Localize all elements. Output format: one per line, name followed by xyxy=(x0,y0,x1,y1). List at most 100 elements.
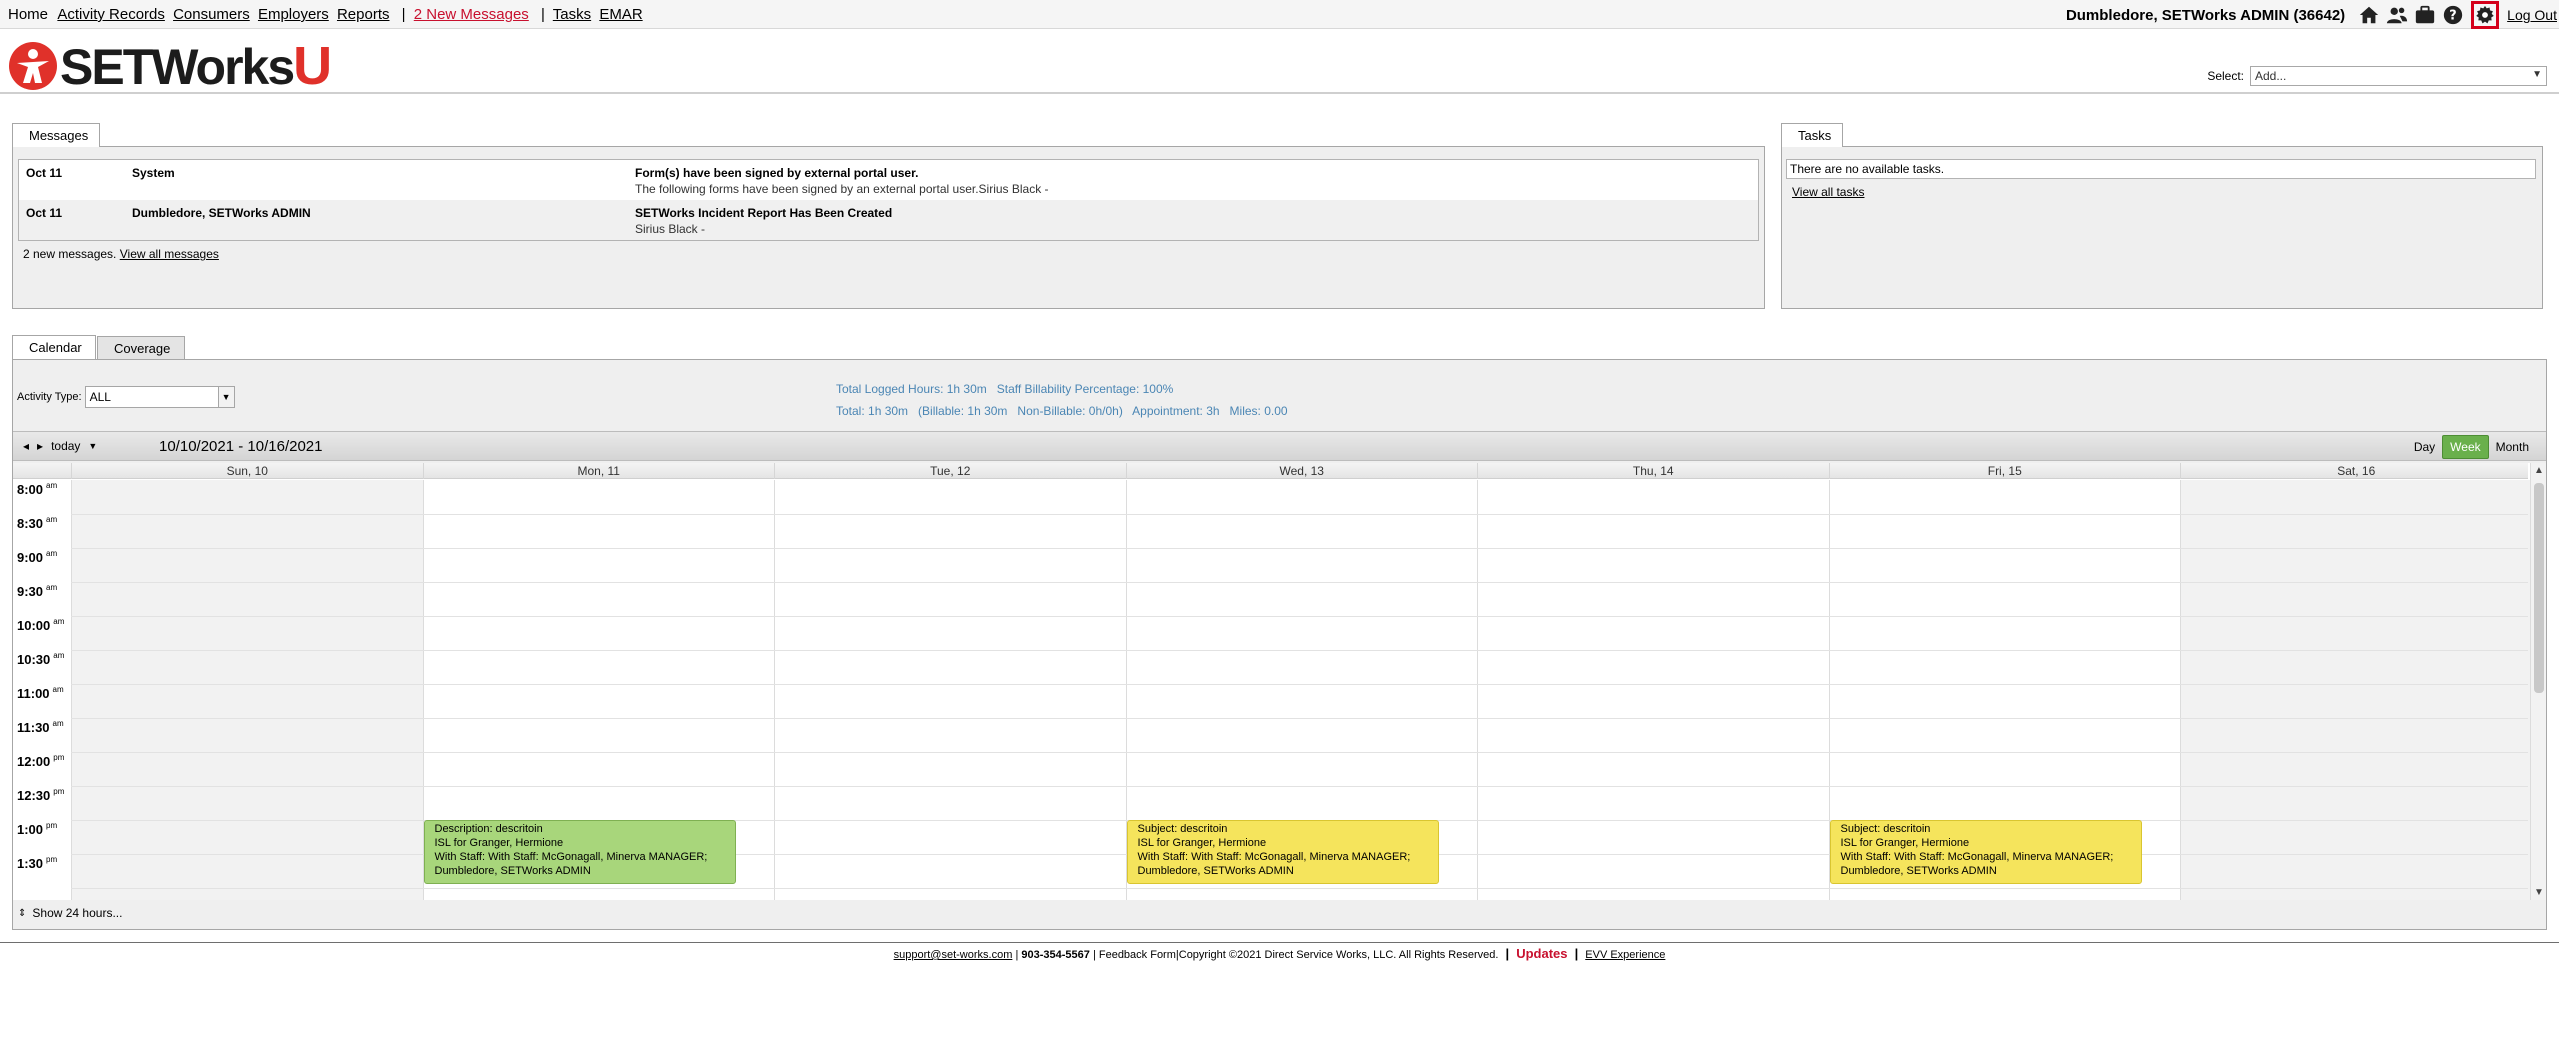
week-grid: Sun, 10 Mon, 11 Tue, 12 Wed, 13 Thu, 14 Fri, … xyxy=(13,463,2546,900)
current-user: Dumbledore, SETWorks ADMIN (36642) xyxy=(2065,6,2346,24)
hours-summary: Total Logged Hours: 1h 30m Staff Billabi… xyxy=(836,378,1288,422)
date-range: 10/10/2021 - 10/16/2021 xyxy=(159,438,323,455)
logo-text: SETWorksU xyxy=(60,36,332,96)
message-body: The following forms have been signed by … xyxy=(635,182,1049,196)
scroll-thumb[interactable] xyxy=(2534,483,2544,693)
time-slot-label: 10:00 am xyxy=(17,617,65,633)
nav-employers-link[interactable]: Employers xyxy=(258,6,329,23)
time-gridline xyxy=(71,616,2528,617)
time-gridline xyxy=(71,752,2528,753)
messages-summary: 2 new messages. View all messages xyxy=(23,247,219,261)
message-body: Sirius Black - xyxy=(635,222,706,236)
time-slot-label: 9:30 am xyxy=(17,583,58,599)
main-menu: Home Activity Records Consumers Employer… xyxy=(8,6,647,23)
nav-reports-link[interactable]: Reports xyxy=(337,6,390,23)
home-icon[interactable] xyxy=(2358,4,2380,26)
time-gridline xyxy=(71,888,2528,889)
support-phone: 903-354-5567 xyxy=(1021,949,1090,961)
total-hours-stats: Total: 1h 30m (Billable: 1h 30m Non-Bill… xyxy=(836,404,1288,418)
day-header-row: Sun, 10 Mon, 11 Tue, 12 Wed, 13 Thu, 14 Fri, … xyxy=(13,463,2528,479)
footer-separator: | xyxy=(1505,946,1510,961)
updates-link[interactable]: Updates xyxy=(1516,946,1567,961)
date-picker-chevron-icon[interactable]: ▼ xyxy=(88,441,97,451)
scroll-up-icon[interactable]: ▲ xyxy=(2531,465,2546,476)
select-label: Select: xyxy=(2207,69,2244,83)
briefcase-icon[interactable] xyxy=(2414,4,2436,26)
event-line: Subject: descritoin xyxy=(1137,823,1228,835)
header-divider xyxy=(0,92,2559,94)
day-header: Sun, 10 xyxy=(71,463,423,479)
scroll-down-icon[interactable]: ▼ xyxy=(2531,887,2546,898)
today-button[interactable]: today xyxy=(51,439,80,453)
tasks-panel: There are no available tasks. View all t… xyxy=(1781,146,2543,309)
quick-add-select: Select: Add... ▼ xyxy=(2207,66,2547,86)
evv-experience-link[interactable]: EVV Experience xyxy=(1585,949,1665,961)
nav-consumers-link[interactable]: Consumers xyxy=(173,6,250,23)
prev-week-icon[interactable]: ◂ xyxy=(23,439,29,453)
event-line: Dumbledore, SETWorks ADMIN xyxy=(1137,865,1294,877)
day-column[interactable] xyxy=(71,480,423,900)
tab-messages[interactable]: Messages xyxy=(12,123,100,147)
copyright-text: Feedback Form|Copyright ©2021 Direct Ser… xyxy=(1098,949,1499,961)
day-header: Wed, 13 xyxy=(1125,463,1478,479)
view-all-tasks-link[interactable]: View all tasks xyxy=(1792,185,1864,199)
time-gridline xyxy=(71,786,2528,787)
time-slot-label: 1:30 pm xyxy=(17,855,58,871)
calendar-toolbar: ◂ ▸ today ▼ 10/10/2021 - 10/16/2021 Day … xyxy=(13,431,2546,461)
time-slot-label: 10:30 am xyxy=(17,651,65,667)
tab-tasks[interactable]: Tasks xyxy=(1781,123,1843,147)
view-all-messages-link[interactable]: View all messages xyxy=(120,247,219,261)
next-week-icon[interactable]: ▸ xyxy=(37,439,43,453)
expand-icon: ⇕ xyxy=(18,907,27,919)
users-icon[interactable] xyxy=(2386,4,2408,26)
nav-home-link[interactable]: Home xyxy=(8,6,48,23)
event-line: Dumbledore, SETWorks ADMIN xyxy=(434,865,591,877)
page-footer: support@set-works.com | 903-354-5567 | F… xyxy=(0,946,2559,961)
message-subject: Form(s) have been signed by external por… xyxy=(635,166,919,180)
time-gridline xyxy=(71,548,2528,549)
nav-tasks-link[interactable]: Tasks xyxy=(553,6,591,23)
message-row[interactable]: Oct 11 System Form(s) have been signed b… xyxy=(19,160,1758,200)
show-24-hours-toggle[interactable]: ⇕ Show 24 hours... xyxy=(18,906,122,920)
setworks-logo[interactable]: SETWorksU xyxy=(8,36,332,96)
calendar-event[interactable]: Description: descritoin ISL for Granger, … xyxy=(423,820,736,884)
week-view-button[interactable]: Week xyxy=(2442,435,2489,459)
new-messages-count: 2 new messages. xyxy=(23,247,117,261)
calendar-event[interactable]: Subject: descritoin ISL for Granger, Herm… xyxy=(1829,820,2142,884)
nav-activity-records-link[interactable]: Activity Records xyxy=(57,6,165,23)
month-view-button[interactable]: Month xyxy=(2489,436,2536,458)
tab-calendar[interactable]: Calendar xyxy=(12,335,96,359)
time-slot-label: 8:00 am xyxy=(17,481,58,497)
footer-divider xyxy=(0,942,2559,943)
nav-emar-link[interactable]: EMAR xyxy=(599,6,642,23)
day-column[interactable] xyxy=(2180,480,2532,900)
event-line: ISL for Granger, Hermione xyxy=(434,837,564,849)
user-area: Dumbledore, SETWorks ADMIN (36642) ? Log… xyxy=(2065,1,2559,29)
support-email-link[interactable]: support@set-works.com xyxy=(894,949,1013,961)
tab-coverage[interactable]: Coverage xyxy=(97,336,185,359)
help-icon[interactable]: ? xyxy=(2442,4,2464,26)
day-header: Thu, 14 xyxy=(1477,463,1829,479)
message-sender: System xyxy=(132,166,175,180)
time-slot-label: 11:30 am xyxy=(17,719,64,735)
event-line: With Staff: With Staff: McGonagall, Mine… xyxy=(1137,851,1411,863)
message-date: Oct 11 xyxy=(26,206,63,220)
day-column[interactable] xyxy=(1477,480,1829,900)
calendar-event[interactable]: Subject: descritoin ISL for Granger, Herm… xyxy=(1126,820,1439,884)
nav-new-messages-link[interactable]: 2 New Messages xyxy=(414,6,529,23)
top-nav-bar: Home Activity Records Consumers Employer… xyxy=(0,0,2559,29)
logout-link[interactable]: Log Out xyxy=(2507,7,2557,23)
calendar-navigation: ◂ ▸ today ▼ xyxy=(23,439,105,453)
tasks-empty-message: There are no available tasks. xyxy=(1786,159,2536,179)
svg-text:?: ? xyxy=(2449,9,2456,24)
activity-type-select[interactable]: ALL ▼ xyxy=(84,386,235,408)
day-view-button[interactable]: Day xyxy=(2407,436,2442,458)
message-row[interactable]: Oct 11 Dumbledore, SETWorks ADMIN SETWor… xyxy=(19,200,1758,240)
day-header: Sat, 16 xyxy=(2180,463,2532,479)
chevron-down-icon[interactable]: ▼ xyxy=(217,387,234,407)
settings-button[interactable] xyxy=(2471,1,2500,29)
day-column[interactable] xyxy=(774,480,1126,900)
time-gridline xyxy=(71,718,2528,719)
calendar-scrollbar[interactable]: ▲ ▼ xyxy=(2530,463,2546,900)
add-select-dropdown[interactable]: Add... ▼ xyxy=(2250,66,2547,86)
